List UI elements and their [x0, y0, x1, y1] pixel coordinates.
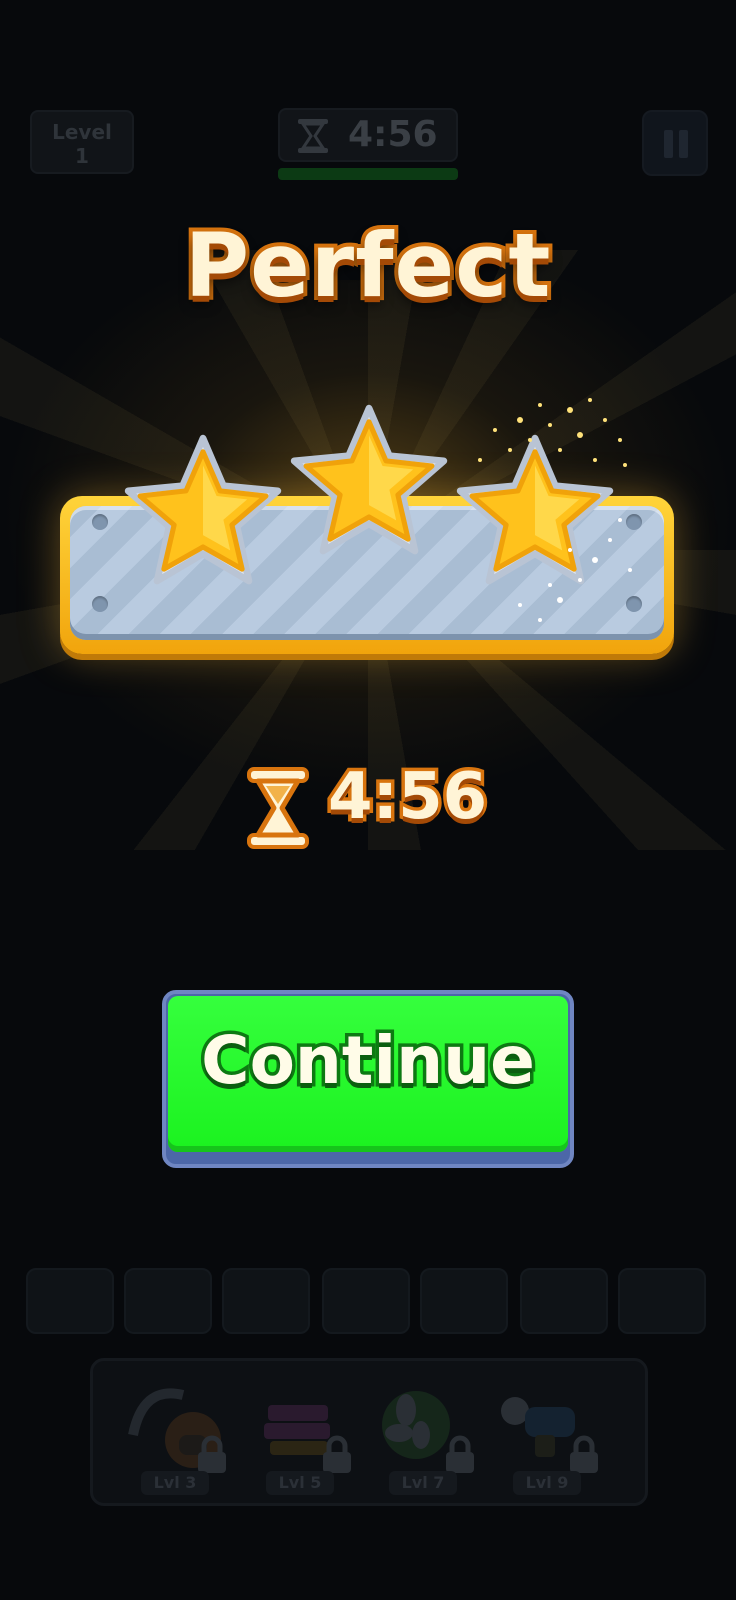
tool-level-label: Lvl 9 — [513, 1471, 581, 1495]
bolt — [92, 514, 108, 530]
hourglass-icon — [298, 119, 328, 153]
board-slot — [420, 1268, 508, 1334]
tool-book-stack[interactable]: Lvl 5 — [238, 1375, 358, 1495]
board-slot — [618, 1268, 706, 1334]
lock-icon — [446, 1435, 474, 1473]
board-slot — [322, 1268, 410, 1334]
hud-timer-value: 4:56 — [348, 114, 438, 155]
sparkles — [478, 398, 632, 622]
tool-fan[interactable]: Lvl 7 — [361, 1375, 481, 1495]
tool-level-label: Lvl 3 — [141, 1471, 209, 1495]
pause-icon — [664, 130, 673, 158]
tool-blaster[interactable]: Lvl 9 — [485, 1375, 605, 1495]
tool-vacuum[interactable]: Lvl 3 — [113, 1375, 233, 1495]
level-indicator: Level 1 — [30, 110, 134, 174]
continue-button[interactable]: Continue — [162, 990, 574, 1168]
tools-tray: Lvl 3 Lvl 5 Lvl 7 Lvl 9 — [90, 1358, 648, 1506]
board-slot — [26, 1268, 114, 1334]
tool-level-label: Lvl 5 — [266, 1471, 334, 1495]
lock-icon — [198, 1435, 226, 1473]
star-icon — [124, 434, 282, 585]
lock-icon — [323, 1435, 351, 1473]
level-label: Level — [52, 120, 112, 144]
lock-icon — [570, 1435, 598, 1473]
board-slot — [520, 1268, 608, 1334]
hourglass-icon — [247, 767, 309, 849]
continue-button-label: Continue — [198, 1019, 539, 1103]
board-slot — [222, 1268, 310, 1334]
result-time-value: 4:56 — [324, 757, 490, 838]
result-title: Perfect — [181, 210, 555, 321]
bolt — [92, 596, 108, 612]
hud-timer: 4:56 — [278, 108, 458, 162]
result-time: 4:56 — [0, 757, 736, 860]
board-slot — [124, 1268, 212, 1334]
pause-button[interactable] — [642, 110, 708, 176]
tool-level-label: Lvl 7 — [389, 1471, 457, 1495]
timer-progress-bar — [278, 168, 458, 180]
level-number: 1 — [75, 144, 89, 168]
